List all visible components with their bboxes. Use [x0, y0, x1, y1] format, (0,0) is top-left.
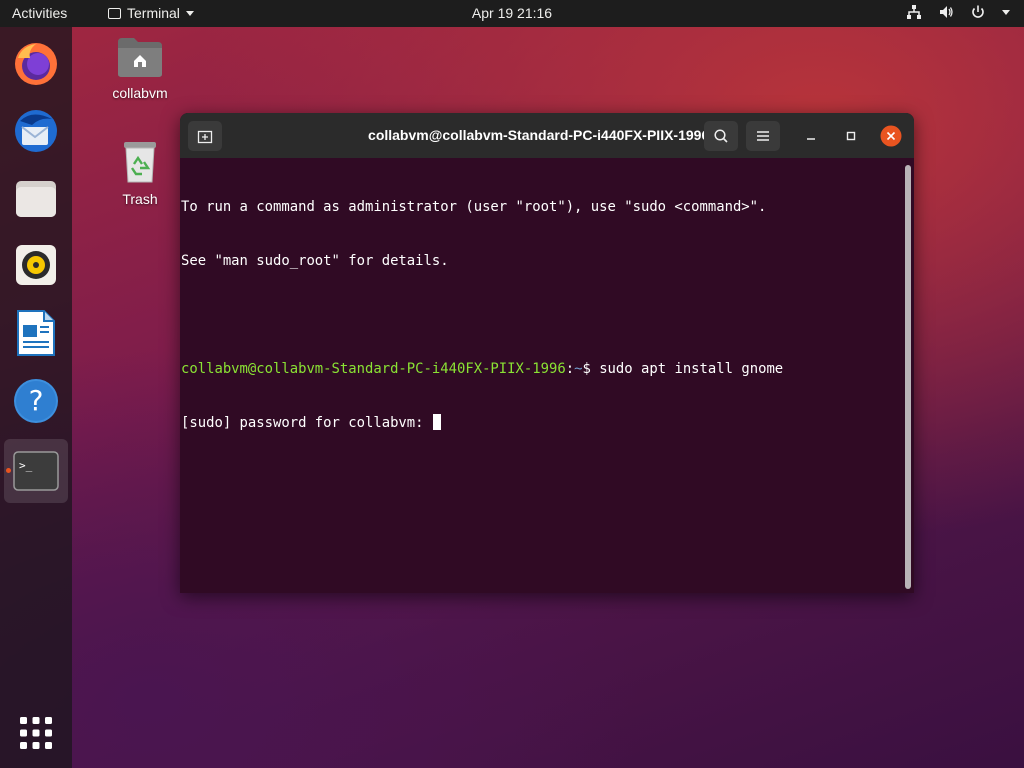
dock-thunderbird[interactable]: [4, 99, 68, 163]
home-folder-icon: [118, 38, 162, 77]
firefox-icon: [15, 43, 57, 85]
running-indicator: [6, 468, 11, 473]
search-button[interactable]: [704, 121, 738, 151]
output-line: See "man sudo_root" for details.: [181, 253, 449, 269]
app-menu[interactable]: Terminal: [108, 5, 194, 21]
output-line: To run a command as administrator (user …: [181, 199, 767, 215]
prompt-separator: :: [565, 361, 575, 377]
password-prompt: [sudo] password for collabvm:: [181, 415, 432, 431]
app-grid-icon: [20, 717, 52, 749]
command-text: sudo apt install gnome: [599, 361, 784, 377]
chevron-down-icon: [185, 10, 194, 16]
dock-writer[interactable]: [4, 301, 68, 365]
prompt-user: collabvm@collabvm-Standard-PC-i440FX-PII…: [181, 361, 566, 377]
dock-rhythmbox[interactable]: [4, 233, 68, 297]
system-tray[interactable]: [906, 4, 1010, 20]
svg-text:?: ?: [29, 384, 44, 417]
power-icon: [972, 5, 984, 18]
help-icon: ?: [14, 379, 58, 423]
close-icon: [880, 125, 902, 147]
command-line: collabvm@collabvm-Standard-PC-i440FX-PII…: [181, 360, 914, 378]
search-icon: [714, 129, 728, 143]
desktop-icon-home[interactable]: collabvm: [100, 36, 180, 101]
terminal-title: collabvm@collabvm-Standard-PC-i440FX-PII…: [368, 127, 726, 143]
dock-terminal[interactable]: >_: [4, 439, 68, 503]
dock: ? >_: [0, 27, 72, 768]
rhythmbox-icon: [16, 245, 56, 285]
desktop-icon-label: collabvm: [112, 85, 168, 101]
volume-icon: [940, 6, 953, 18]
app-menu-label: Terminal: [127, 5, 180, 21]
clock[interactable]: Apr 19 21:16: [472, 5, 552, 21]
prompt-dollar: $: [582, 361, 600, 377]
thunderbird-icon: [15, 110, 57, 152]
network-icon: [907, 5, 921, 19]
libreoffice-writer-icon: [17, 310, 55, 356]
password-line: [sudo] password for collabvm:: [181, 414, 914, 432]
hamburger-icon: [757, 131, 769, 141]
terminal-icon: >_: [13, 451, 59, 491]
text-cursor: [432, 414, 441, 430]
trash-icon: [124, 142, 156, 183]
files-icon: [16, 181, 56, 217]
new-tab-button[interactable]: [188, 121, 222, 151]
scrollbar[interactable]: [905, 165, 911, 589]
terminal-output[interactable]: To run a command as administrator (user …: [180, 158, 914, 593]
svg-text:>_: >_: [19, 459, 33, 472]
new-tab-icon: [197, 130, 213, 144]
chevron-down-icon: [1002, 9, 1010, 15]
minimize-icon: [807, 138, 815, 140]
maximize-button[interactable]: [838, 121, 864, 151]
close-button[interactable]: [878, 121, 904, 151]
top-bar: Activities Terminal Apr 19 21:16: [0, 0, 1024, 27]
terminal-titlebar[interactable]: collabvm@collabvm-Standard-PC-i440FX-PII…: [180, 113, 914, 158]
terminal-icon: [108, 7, 121, 19]
terminal-window[interactable]: collabvm@collabvm-Standard-PC-i440FX-PII…: [180, 113, 914, 593]
desktop-icon-label: Trash: [122, 191, 158, 207]
minimize-button[interactable]: [798, 121, 824, 151]
dock-firefox[interactable]: [4, 32, 68, 96]
show-applications-button[interactable]: [4, 701, 68, 765]
desktop-icon-trash[interactable]: Trash: [100, 140, 180, 207]
activities-button[interactable]: Activities: [12, 5, 67, 21]
menu-button[interactable]: [746, 121, 780, 151]
maximize-icon: [846, 131, 856, 141]
dock-help[interactable]: ?: [4, 369, 68, 433]
dock-files[interactable]: [4, 166, 68, 230]
